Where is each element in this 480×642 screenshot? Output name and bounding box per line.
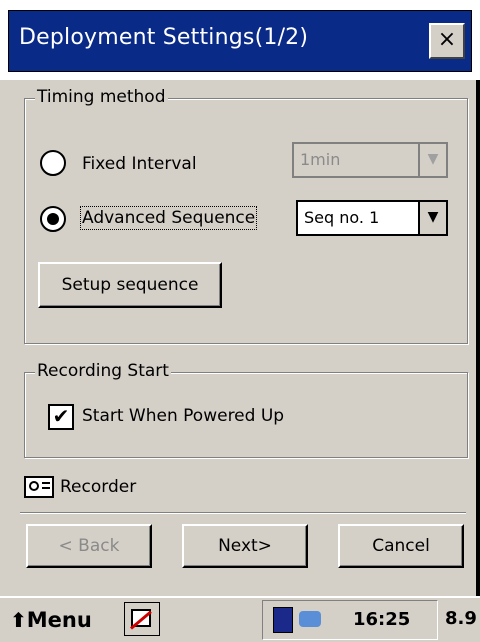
title-bar: Deployment Settings(1/2) ×	[0, 0, 480, 80]
setup-sequence-button[interactable]: Setup sequence	[38, 262, 222, 308]
next-button[interactable]: Next>	[182, 524, 308, 568]
chevron-down-icon[interactable]: ▼	[418, 202, 446, 234]
menu-label: Menu	[26, 608, 92, 632]
cancel-button[interactable]: Cancel	[338, 524, 464, 568]
sequence-select[interactable]: Seq no. 1 ▼	[296, 200, 448, 236]
recording-start-label: Recording Start	[35, 361, 171, 381]
advanced-sequence-label[interactable]: Advanced Sequence	[79, 206, 258, 230]
advanced-sequence-radio[interactable]	[40, 206, 66, 232]
radio-selected-dot	[47, 213, 59, 225]
back-button[interactable]: < Back	[26, 524, 152, 568]
taskbar: ⬆Menu 16:25 8.9	[0, 596, 480, 642]
sim-card-icon[interactable]	[273, 607, 293, 633]
timing-method-label: Timing method	[35, 87, 168, 107]
recorder-icon	[24, 476, 54, 498]
zoom-level: 8.9	[445, 608, 477, 629]
title-bar-inner: Deployment Settings(1/2) ×	[8, 10, 472, 72]
system-tray: 16:25	[262, 600, 438, 640]
chevron-down-icon: ▼	[418, 144, 446, 176]
close-button[interactable]: ×	[429, 23, 465, 59]
menu-button[interactable]: ⬆Menu	[10, 602, 92, 638]
clock-time[interactable]: 16:25	[353, 609, 410, 630]
interval-select-value: 1min	[300, 150, 341, 169]
start-powered-up-label[interactable]: Start When Powered Up	[82, 406, 284, 426]
recorder-label: Recorder	[60, 477, 137, 497]
connection-icon[interactable]	[299, 611, 321, 627]
divider	[20, 512, 466, 514]
sequence-select-value: Seq no. 1	[304, 208, 380, 227]
window-title: Deployment Settings(1/2)	[19, 25, 309, 50]
fixed-interval-radio[interactable]	[40, 150, 66, 176]
fixed-interval-label[interactable]: Fixed Interval	[82, 154, 197, 174]
input-panel-icon[interactable]	[124, 602, 160, 636]
interval-select: 1min ▼	[292, 142, 448, 178]
start-powered-up-checkbox[interactable]: ✔	[48, 404, 74, 430]
menu-logo-icon: ⬆	[10, 608, 27, 632]
